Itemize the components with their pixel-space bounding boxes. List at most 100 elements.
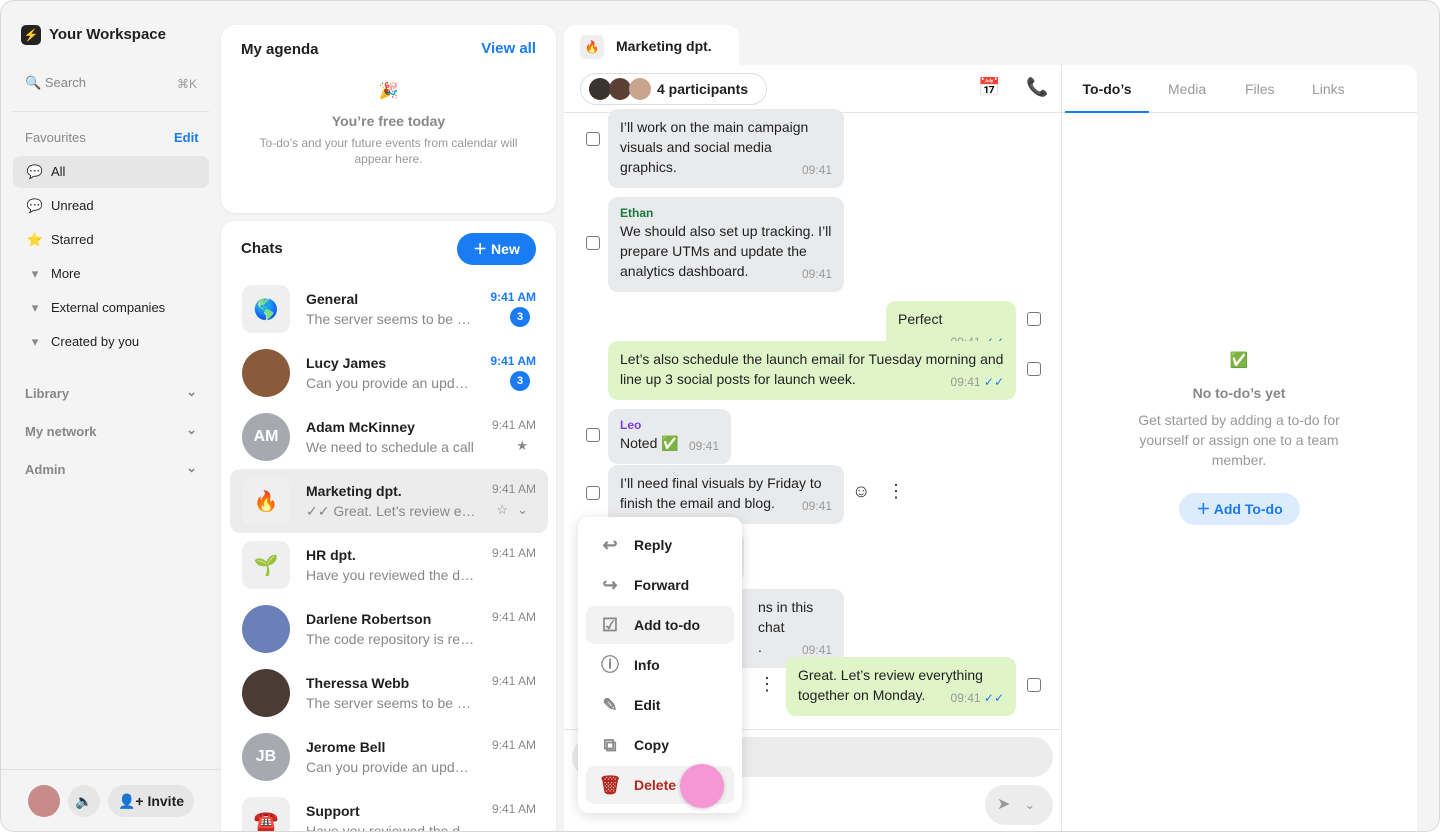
workspace-name[interactable]: Your Workspace [49, 26, 166, 43]
emoji-icon[interactable]: ☺ [852, 481, 870, 502]
sidebar-item-all[interactable]: 💬 All [13, 156, 209, 188]
chat-list-item[interactable]: 🔥 Marketing dpt. ✓✓ Great. Let’s review … [230, 469, 548, 533]
chat-list-item[interactable]: AM Adam McKinney We need to schedule a c… [230, 405, 548, 469]
message-time: 09:41 [801, 163, 832, 177]
tab-marketing-dpt[interactable]: 🔥 Marketing dpt. [564, 25, 739, 69]
chat-time: 9:41 AM [491, 610, 536, 624]
chevron-down-icon[interactable]: ⌄ [517, 502, 528, 518]
sidebar-item-label: Starred [51, 232, 94, 247]
incoming-message[interactable]: Ethan We should also set up tracking. I’l… [608, 197, 844, 292]
sidebar-item-starred[interactable]: ⭐ Starred [13, 224, 209, 256]
fire-icon: 🔥 [580, 35, 604, 59]
caret-down-icon: ▾ [31, 300, 39, 315]
message-select-checkbox[interactable] [1027, 312, 1041, 326]
speaker-icon[interactable]: 🔈 [68, 785, 100, 817]
star-outline-icon[interactable]: ☆ [496, 502, 508, 518]
tab-links[interactable]: Links [1312, 73, 1345, 113]
message-select-checkbox[interactable] [1027, 678, 1041, 692]
tab-files[interactable]: Files [1245, 73, 1275, 113]
message-select-checkbox[interactable] [586, 132, 600, 146]
agenda-empty-text: To-do’s and your future events from cale… [259, 136, 518, 166]
incoming-message[interactable]: Leo Noted ✅ 09:41 [608, 409, 731, 464]
calendar-add-icon[interactable]: 📅 [978, 77, 1000, 98]
chat-list-item[interactable]: Darlene Robertson The code repository is… [230, 597, 548, 661]
send-button[interactable]: ➤ ⌄ [985, 785, 1053, 825]
plus-icon: ＋ [1196, 501, 1211, 517]
message-sender: Ethan [620, 206, 654, 220]
incoming-message[interactable]: I’ll work on the main campaign visuals a… [608, 109, 844, 188]
chat-list-item[interactable]: ☎️ Support Have you reviewed the documen… [230, 789, 548, 832]
divider [1, 769, 221, 770]
chevron-down-icon: ⌄ [186, 384, 197, 399]
app-window: ⚡ Your Workspace 🔍 Search ⌘K Favourites E… [0, 0, 1440, 832]
message-time: 09:41 [688, 439, 719, 453]
sidebar-item-created-by-you[interactable]: ▾ Created by you [13, 326, 209, 358]
chat-preview: Have you reviewed the document? [306, 823, 476, 832]
message-text: Perfect [898, 311, 943, 327]
tab-media[interactable]: Media [1168, 73, 1206, 113]
chat-name: Adam McKinney [306, 419, 415, 435]
message-time: 09:41 ✓✓ [950, 691, 1004, 705]
agenda-card: My agenda View all 🎉 You’re free today T… [221, 25, 556, 213]
chat-list-item[interactable]: Theressa Webb The server seems to be dow… [230, 661, 548, 725]
chat-time: 9:41 AM [490, 354, 536, 368]
menu-item-add-todo[interactable]: ☑ Add to-do [586, 606, 734, 644]
incoming-message[interactable]: I’ll need final visuals by Friday to fin… [608, 465, 844, 524]
message-select-checkbox[interactable] [1027, 362, 1041, 376]
menu-label: Edit [634, 697, 661, 713]
section-my-network[interactable]: My network ⌄ [25, 422, 197, 439]
chat-preview: Can you provide an update? [306, 759, 476, 775]
sidebar-item-label: Created by you [51, 334, 140, 349]
phone-icon[interactable]: 📞 [1026, 77, 1048, 98]
section-library[interactable]: Library ⌄ [25, 384, 197, 401]
menu-item-reply[interactable]: ↩ Reply [586, 526, 734, 564]
participants-button[interactable]: 4 participants [580, 73, 767, 105]
participant-avatar [629, 78, 651, 100]
info-icon: ⓘ [601, 655, 619, 675]
more-options-icon[interactable]: ⋮ [887, 481, 905, 502]
chat-preview: The server seems to be down [306, 311, 476, 327]
chevron-down-icon[interactable]: ⌄ [1024, 797, 1035, 812]
more-options-icon[interactable]: ⋮ [758, 674, 776, 695]
message-text: Noted ✅ [620, 435, 679, 451]
participant-avatar [589, 78, 611, 100]
menu-item-forward[interactable]: ↪ Forward [586, 566, 734, 604]
invite-button[interactable]: 👤+ Invite [108, 785, 194, 817]
chat-icon: 🌱 [242, 541, 290, 589]
chat-list-item[interactable]: 🌱 HR dpt. Have you reviewed the document… [230, 533, 548, 597]
sidebar-item-unread[interactable]: 💬 Unread [13, 190, 209, 222]
view-all-link[interactable]: View all [481, 40, 536, 57]
agenda-empty-title: You’re free today [331, 113, 446, 129]
new-chat-button[interactable]: ＋ New [457, 233, 536, 265]
sidebar-item-more[interactable]: ▾ More [13, 258, 209, 290]
chat-time: 9:41 AM [491, 802, 536, 816]
search-button[interactable]: 🔍 Search ⌘K [25, 75, 197, 95]
add-todo-button[interactable]: ＋ Add To-do [1179, 493, 1300, 525]
chat-list-item[interactable]: JB Jerome Bell Can you provide an update… [230, 725, 548, 789]
message-text: Let’s also schedule the launch email for… [620, 351, 1004, 387]
message-select-checkbox[interactable] [586, 236, 600, 250]
agenda-title: My agenda [241, 41, 319, 58]
menu-label: Copy [634, 737, 669, 753]
edit-favourites-link[interactable]: Edit [174, 130, 199, 145]
menu-item-copy[interactable]: ⧉ Copy [586, 726, 734, 764]
message-select-checkbox[interactable] [586, 486, 600, 500]
menu-item-edit[interactable]: ✎ Edit [586, 686, 734, 724]
outgoing-message[interactable]: Great. Let’s review everything together … [786, 657, 1016, 716]
tab-todos[interactable]: To-do’s [1065, 73, 1149, 113]
section-admin[interactable]: Admin ⌄ [25, 460, 197, 477]
message-text: ns in this chat [758, 599, 814, 635]
star-icon[interactable]: ★ [516, 438, 528, 454]
message-select-checkbox[interactable] [586, 428, 600, 442]
message-text: . [758, 639, 762, 655]
user-avatar[interactable] [28, 785, 60, 817]
outgoing-message[interactable]: Let’s also schedule the launch email for… [608, 341, 1016, 400]
chat-list-item[interactable]: Lucy James Can you provide an update? 9:… [230, 341, 548, 405]
menu-item-info[interactable]: ⓘ Info [586, 646, 734, 684]
avatar [242, 605, 290, 653]
add-todo-label: Add To-do [1213, 501, 1283, 517]
chat-list-item[interactable]: 🌎 General The server seems to be down 9:… [230, 277, 548, 341]
chat-name: Darlene Robertson [306, 611, 432, 627]
sidebar-item-external-companies[interactable]: ▾ External companies [13, 292, 209, 324]
section-label: Admin [25, 462, 66, 477]
